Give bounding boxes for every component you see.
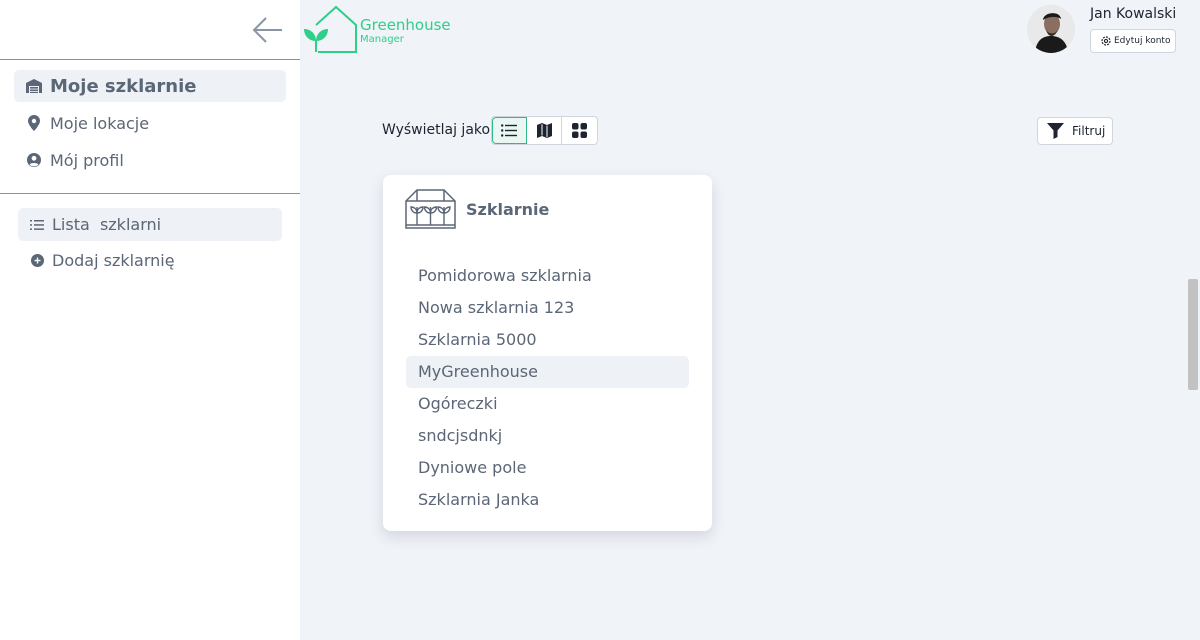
view-as-label: Wyświetlaj jako: [382, 122, 491, 138]
view-mode-toggle: [491, 116, 598, 145]
grid-icon: [572, 123, 587, 138]
edit-account-label: Edytuj konto: [1114, 36, 1171, 46]
gear-icon: [1101, 36, 1111, 46]
sub-item-greenhouse-list[interactable]: Lista szklarni: [18, 208, 282, 241]
page-scrollbar[interactable]: [1188, 279, 1198, 390]
sub-item-add-greenhouse[interactable]: Dodaj szklarnię: [18, 244, 282, 277]
app-logo[interactable]: Greenhouse Manager: [302, 4, 451, 54]
list-item[interactable]: Dyniowe pole: [406, 452, 689, 484]
list-item[interactable]: Pomidorowa szklarnia: [406, 260, 689, 292]
nav-item-my-locations[interactable]: Moje lokacje: [14, 107, 286, 139]
funnel-icon: [1047, 123, 1064, 139]
avatar[interactable]: [1027, 5, 1075, 53]
plus-circle-icon: [30, 254, 44, 268]
main-nav: Moje szklarnie Moje lokacje Mój profil: [0, 60, 300, 194]
sidebar: Moje szklarnie Moje lokacje Mój profil L…: [0, 0, 300, 640]
list-item[interactable]: Szklarnia 5000: [406, 324, 689, 356]
arrow-left-icon[interactable]: [252, 14, 284, 46]
list-item[interactable]: sndcjsdnkj: [406, 420, 689, 452]
logo-subtitle: Manager: [360, 34, 404, 45]
greenhouse-logo-icon: [304, 5, 357, 53]
list-item[interactable]: Nowa szklarnia 123: [406, 292, 689, 324]
card-header: Szklarnie: [405, 189, 549, 229]
filter-button[interactable]: Filtruj: [1037, 117, 1113, 145]
sub-item-label: Lista szklarni: [52, 215, 162, 234]
user-name: Jan Kowalski: [1090, 6, 1177, 22]
sidebar-header: [0, 0, 300, 60]
edit-account-button[interactable]: Edytuj konto: [1090, 29, 1176, 53]
greenhouse-icon: [405, 189, 456, 229]
greenhouses-card: Szklarnie Pomidorowa szklarnia Nowa szkl…: [383, 175, 712, 531]
sub-nav: Lista szklarni Dodaj szklarnię: [0, 194, 300, 294]
warehouse-icon: [26, 78, 42, 94]
nav-item-label: Moje szklarnie: [50, 75, 197, 97]
logo-title: Greenhouse: [360, 16, 451, 34]
greenhouse-list: Pomidorowa szklarnia Nowa szklarnia 123 …: [406, 260, 689, 516]
list-item[interactable]: Ogóreczki: [406, 388, 689, 420]
user-circle-icon: [26, 152, 42, 168]
list-icon: [501, 124, 517, 137]
card-title: Szklarnie: [466, 199, 550, 219]
map-pin-icon: [26, 115, 42, 131]
view-grid-button[interactable]: [562, 117, 597, 144]
nav-item-label: Mój profil: [50, 150, 124, 170]
list-item[interactable]: MyGreenhouse: [406, 356, 689, 388]
filter-label: Filtruj: [1072, 124, 1106, 138]
view-list-button[interactable]: [492, 117, 527, 144]
view-map-button[interactable]: [527, 117, 562, 144]
list-icon: [30, 218, 44, 232]
list-item[interactable]: Szklarnia Janka: [406, 484, 689, 516]
nav-item-label: Moje lokacje: [50, 113, 150, 133]
map-icon: [536, 123, 552, 138]
nav-item-my-greenhouses[interactable]: Moje szklarnie: [14, 70, 286, 102]
sub-item-label: Dodaj szklarnię: [52, 251, 175, 270]
nav-item-my-profile[interactable]: Mój profil: [14, 144, 286, 176]
